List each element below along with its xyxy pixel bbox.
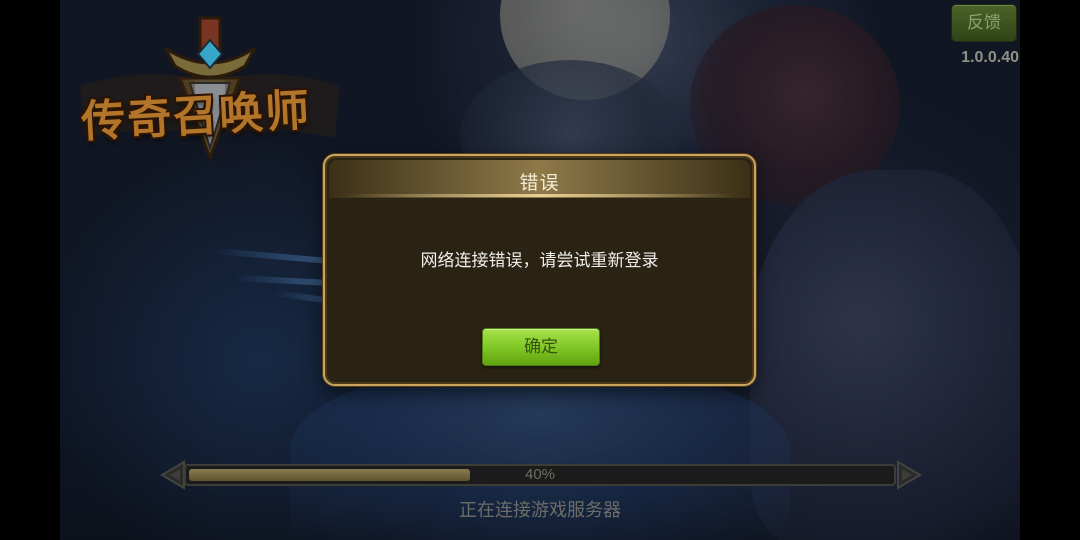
dialog-title: 错误: [519, 172, 560, 194]
arrow-left-cap-icon: [160, 460, 185, 490]
feedback-button[interactable]: 反馈: [951, 4, 1017, 42]
logo-text: 传奇召唤师: [80, 85, 313, 148]
dialog-divider: [345, 194, 734, 197]
game-logo: 传奇召唤师: [75, 8, 345, 178]
version-label: 1.0.0.40: [961, 49, 1019, 66]
progress-percent: 40%: [524, 466, 556, 483]
dialog-message: 网络连接错误，请尝试重新登录: [420, 251, 659, 271]
arrow-right-cap-icon: [897, 460, 922, 490]
loading-progress-bar: 40%: [160, 460, 922, 490]
progress-fill: [189, 469, 470, 481]
error-dialog: 错误 网络连接错误，请尝试重新登录 确定: [323, 154, 756, 386]
loading-status-text: 正在连接游戏服务器: [459, 500, 621, 521]
dialog-header: 错误: [329, 160, 750, 198]
confirm-button[interactable]: 确定: [482, 328, 600, 366]
game-screen: 传奇召唤师 反馈 1.0.0.40 40% 正在连接游戏服务器 错误 网络连接错…: [0, 0, 1080, 540]
